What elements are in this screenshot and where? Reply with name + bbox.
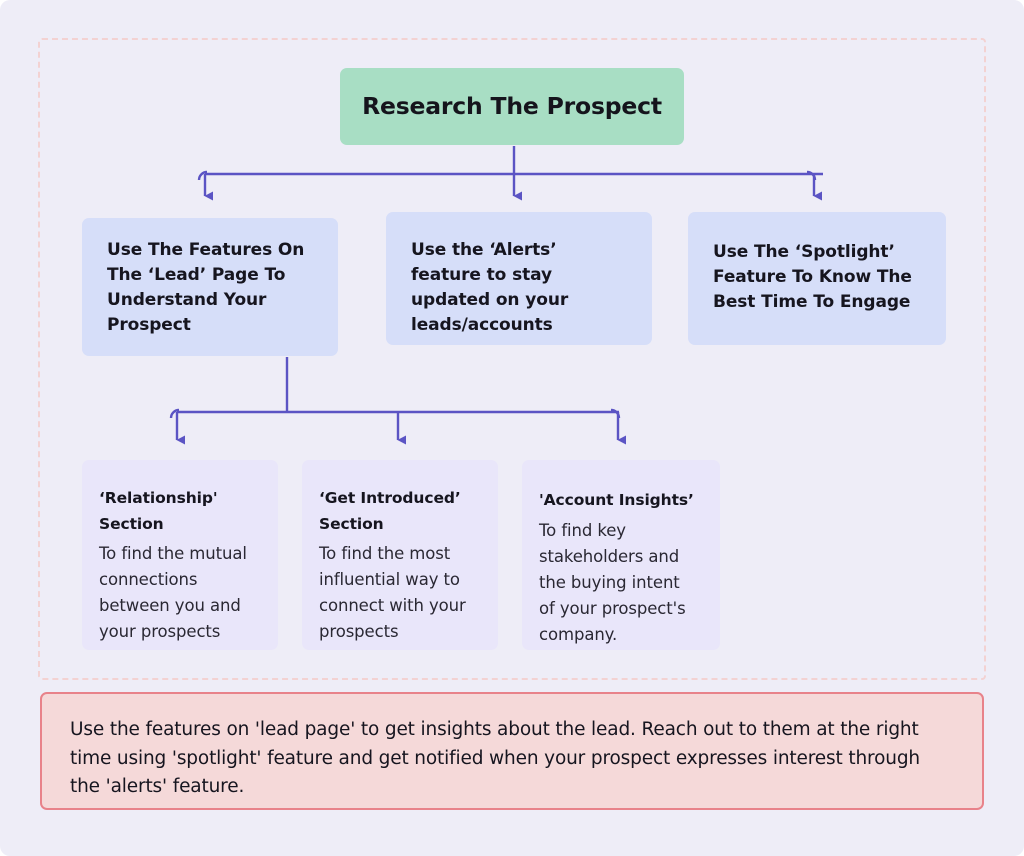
- connector-corner-left: [197, 170, 208, 181]
- node-alerts-feature[interactable]: Use the ‘Alerts’ feature to stay updated…: [386, 212, 652, 345]
- summary-callout: Use the features on 'lead page' to get i…: [40, 692, 984, 810]
- node-relationship-section-title: ‘Relationship' Section: [99, 489, 218, 533]
- node-account-insights-section-title: 'Account Insights’: [539, 491, 694, 509]
- node-get-introduced-section-title: ‘Get Introduced’ Section: [319, 489, 461, 533]
- node-account-insights-section[interactable]: 'Account Insights’ To find key stakehold…: [522, 460, 720, 650]
- node-spotlight-feature[interactable]: Use The ‘Spotlight’ Feature To Know The …: [688, 212, 946, 345]
- connector-corner-right: [806, 170, 817, 181]
- summary-callout-text: Use the features on 'lead page' to get i…: [70, 719, 921, 798]
- node-spotlight-feature-label: Use The ‘Spotlight’ Feature To Know The …: [713, 242, 912, 312]
- connector-corner-left-l3: [169, 408, 180, 419]
- node-lead-page-features-label: Use The Features On The ‘Lead’ Page To U…: [107, 240, 305, 335]
- node-relationship-section[interactable]: ‘Relationship' Section To find the mutua…: [82, 460, 278, 650]
- flowchart-page: Research The Prospect Use The Features O…: [0, 0, 1024, 856]
- node-lead-page-features[interactable]: Use The Features On The ‘Lead’ Page To U…: [82, 218, 338, 356]
- node-root-label: Research The Prospect: [362, 92, 662, 121]
- node-get-introduced-section-description: To find the most influential way to conn…: [319, 544, 466, 642]
- node-alerts-feature-label: Use the ‘Alerts’ feature to stay updated…: [411, 240, 569, 335]
- node-get-introduced-section[interactable]: ‘Get Introduced’ Section To find the mos…: [302, 460, 498, 650]
- node-account-insights-section-description: To find key stakeholders and the buying …: [539, 520, 686, 644]
- connector-corner-right-l3: [610, 408, 621, 419]
- node-research-the-prospect[interactable]: Research The Prospect: [340, 68, 684, 145]
- node-relationship-section-description: To find the mutual connections between y…: [99, 544, 247, 642]
